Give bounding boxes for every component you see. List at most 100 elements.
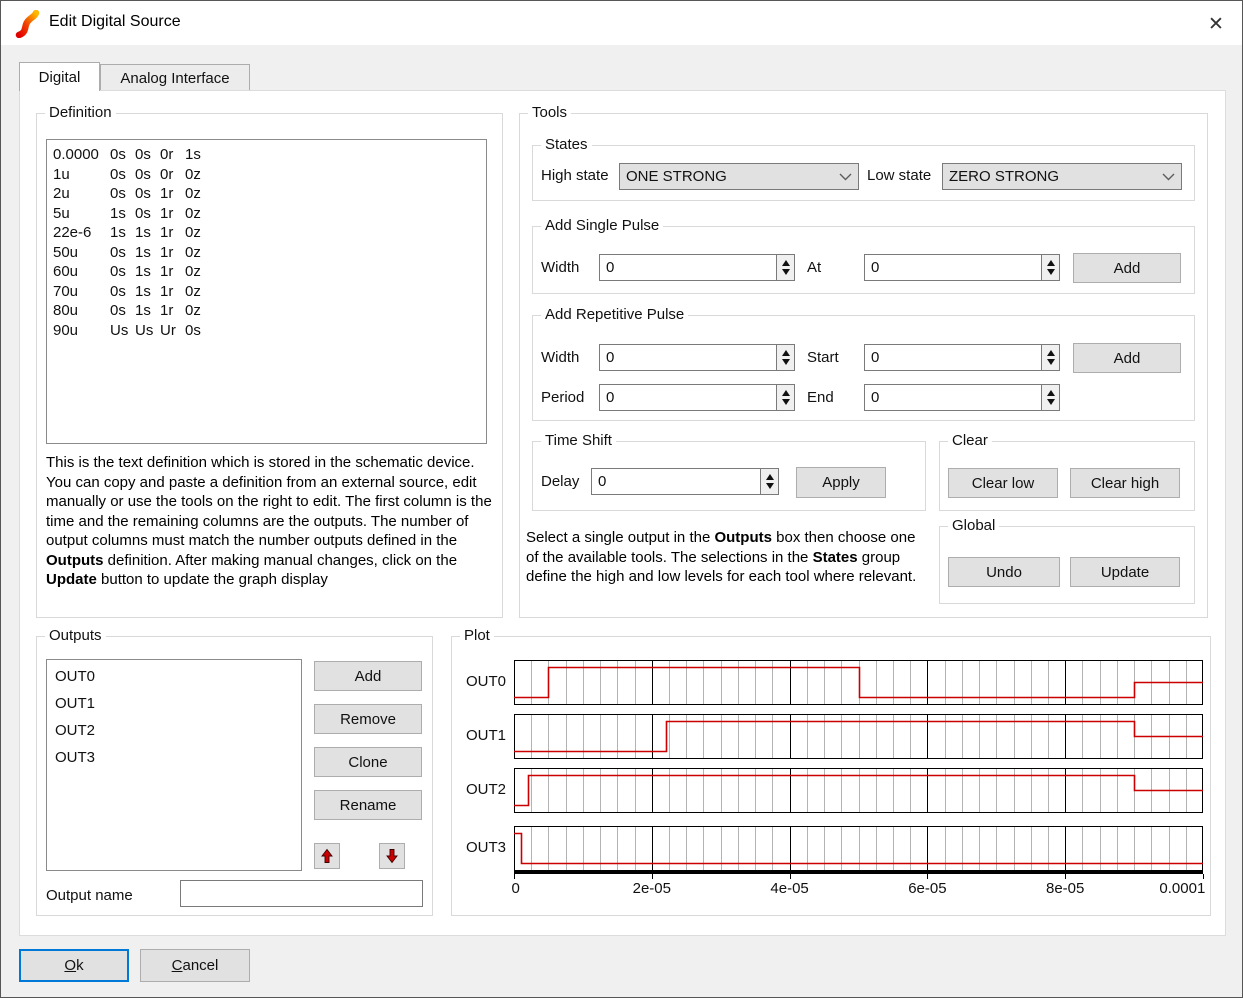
tab-analog-interface-label: Analog Interface: [120, 70, 229, 87]
waveform-label: OUT0: [456, 673, 506, 690]
ok-button[interactable]: Ok: [19, 949, 129, 982]
clear-high-button[interactable]: Clear high: [1070, 468, 1180, 498]
single-pulse-width-spinner[interactable]: [777, 254, 795, 281]
definition-textarea[interactable]: 0.00000s0s0r1s1u0s0s0r0z2u0s0s1r0z5u1s0s…: [46, 139, 487, 444]
tab-digital-label: Digital: [39, 69, 81, 86]
cancel-button[interactable]: Cancel: [140, 949, 250, 982]
repetitive-period-label: Period: [541, 389, 584, 406]
x-axis-tick: [652, 874, 653, 879]
tab-analog-interface[interactable]: Analog Interface: [100, 64, 250, 91]
clear-group: Clear Clear low Clear high: [939, 441, 1195, 511]
single-pulse-at-spinner[interactable]: [1042, 254, 1060, 281]
outputs-group-label: Outputs: [45, 627, 106, 644]
x-axis-tick: [1065, 874, 1066, 879]
tab-digital[interactable]: Digital: [19, 62, 100, 91]
x-axis-tick-label: 8e-05: [1046, 880, 1084, 897]
outputs-listbox[interactable]: OUT0OUT1OUT2OUT3: [46, 659, 302, 871]
repetitive-period-spinner[interactable]: [777, 384, 795, 411]
time-shift-group-label: Time Shift: [541, 432, 616, 449]
chevron-down-icon: [1162, 173, 1175, 181]
definition-row: 1u0s0s0r0z: [53, 165, 486, 185]
definition-help-text: This is the text definition which is sto…: [46, 453, 499, 590]
repetitive-width-label: Width: [541, 349, 579, 366]
x-axis-line: [514, 871, 1203, 874]
repetitive-width-input[interactable]: [599, 344, 777, 371]
low-state-select[interactable]: ZERO STRONG: [942, 163, 1182, 190]
repetitive-start-spinner[interactable]: [1042, 344, 1060, 371]
window-title: Edit Digital Source: [49, 13, 181, 31]
waveform-label: OUT1: [456, 727, 506, 744]
output-list-item[interactable]: OUT0: [47, 663, 301, 690]
move-up-button[interactable]: [314, 843, 340, 869]
clear-low-button[interactable]: Clear low: [948, 468, 1058, 498]
output-clone-button[interactable]: Clone: [314, 747, 422, 777]
move-down-button[interactable]: [379, 843, 405, 869]
spinner-up-icon: [782, 350, 790, 356]
output-clone-label: Clone: [348, 754, 387, 771]
spinner-down-icon: [1047, 269, 1055, 275]
states-group: States High state ONE STRONG Low state Z…: [532, 145, 1195, 201]
delay-input[interactable]: [591, 468, 761, 495]
output-name-label: Output name: [46, 887, 133, 904]
single-pulse-width-label: Width: [541, 259, 579, 276]
close-button[interactable]: ✕: [1198, 9, 1234, 39]
output-name-input[interactable]: [180, 880, 423, 907]
repetitive-pulse-add-button[interactable]: Add: [1073, 343, 1181, 373]
output-add-label: Add: [355, 668, 382, 685]
update-button[interactable]: Update: [1070, 557, 1180, 587]
repetitive-end-spinner[interactable]: [1042, 384, 1060, 411]
cancel-label: Cancel: [172, 957, 219, 974]
dialog-edit-digital-source: Edit Digital Source ✕ Digital Analog Int…: [0, 0, 1243, 998]
x-axis-tick: [927, 874, 928, 879]
output-add-button[interactable]: Add: [314, 661, 422, 691]
repetitive-period-input[interactable]: [599, 384, 777, 411]
waveform-label: OUT2: [456, 781, 506, 798]
output-rename-button[interactable]: Rename: [314, 790, 422, 820]
definition-row: 50u0s1s1r0z: [53, 243, 486, 263]
output-rename-label: Rename: [340, 797, 397, 814]
repetitive-start-label: Start: [807, 349, 839, 366]
spinner-up-icon: [766, 474, 774, 480]
definition-row: 5u1s0s1r0z: [53, 204, 486, 224]
add-repetitive-pulse-group: Add Repetitive Pulse Width Start Add Per…: [532, 315, 1195, 421]
repetitive-end-input[interactable]: [864, 384, 1042, 411]
definition-row: 80u0s1s1r0z: [53, 301, 486, 321]
single-pulse-width-input[interactable]: [599, 254, 777, 281]
single-pulse-add-label: Add: [1114, 260, 1141, 277]
single-pulse-add-button[interactable]: Add: [1073, 253, 1181, 283]
waveform-label: OUT3: [456, 839, 506, 856]
time-shift-group: Time Shift Delay Apply: [532, 441, 926, 511]
repetitive-width-spinner[interactable]: [777, 344, 795, 371]
single-pulse-at-input[interactable]: [864, 254, 1042, 281]
global-group: Global Undo Update: [939, 526, 1195, 604]
states-group-label: States: [541, 136, 592, 153]
add-single-pulse-group-label: Add Single Pulse: [541, 217, 663, 234]
chevron-down-icon: [839, 173, 852, 181]
definition-row: 0.00000s0s0r1s: [53, 145, 486, 165]
apply-button[interactable]: Apply: [796, 467, 886, 498]
output-list-item[interactable]: OUT1: [47, 690, 301, 717]
delay-spinner[interactable]: [761, 468, 779, 495]
definition-row: 2u0s0s1r0z: [53, 184, 486, 204]
update-label: Update: [1101, 564, 1149, 581]
output-remove-button[interactable]: Remove: [314, 704, 422, 734]
high-state-label: High state: [541, 167, 609, 184]
plot-group: Plot OUT0OUT1OUT2OUT302e-054e-056e-058e-…: [451, 636, 1211, 916]
output-list-item[interactable]: OUT2: [47, 717, 301, 744]
spinner-up-icon: [1047, 390, 1055, 396]
x-axis-tick: [1203, 874, 1204, 879]
output-list-item[interactable]: OUT3: [47, 744, 301, 771]
spinner-up-icon: [782, 260, 790, 266]
close-icon: ✕: [1208, 13, 1224, 36]
title-bar: Edit Digital Source ✕: [1, 1, 1242, 45]
add-repetitive-pulse-group-label: Add Repetitive Pulse: [541, 306, 688, 323]
delay-label: Delay: [541, 473, 579, 490]
definition-row: 70u0s1s1r0z: [53, 282, 486, 302]
undo-button[interactable]: Undo: [948, 557, 1060, 587]
high-state-select[interactable]: ONE STRONG: [619, 163, 859, 190]
tools-group-label: Tools: [528, 104, 571, 121]
global-group-label: Global: [948, 517, 999, 534]
spinner-down-icon: [766, 483, 774, 489]
repetitive-start-input[interactable]: [864, 344, 1042, 371]
output-remove-label: Remove: [340, 711, 396, 728]
